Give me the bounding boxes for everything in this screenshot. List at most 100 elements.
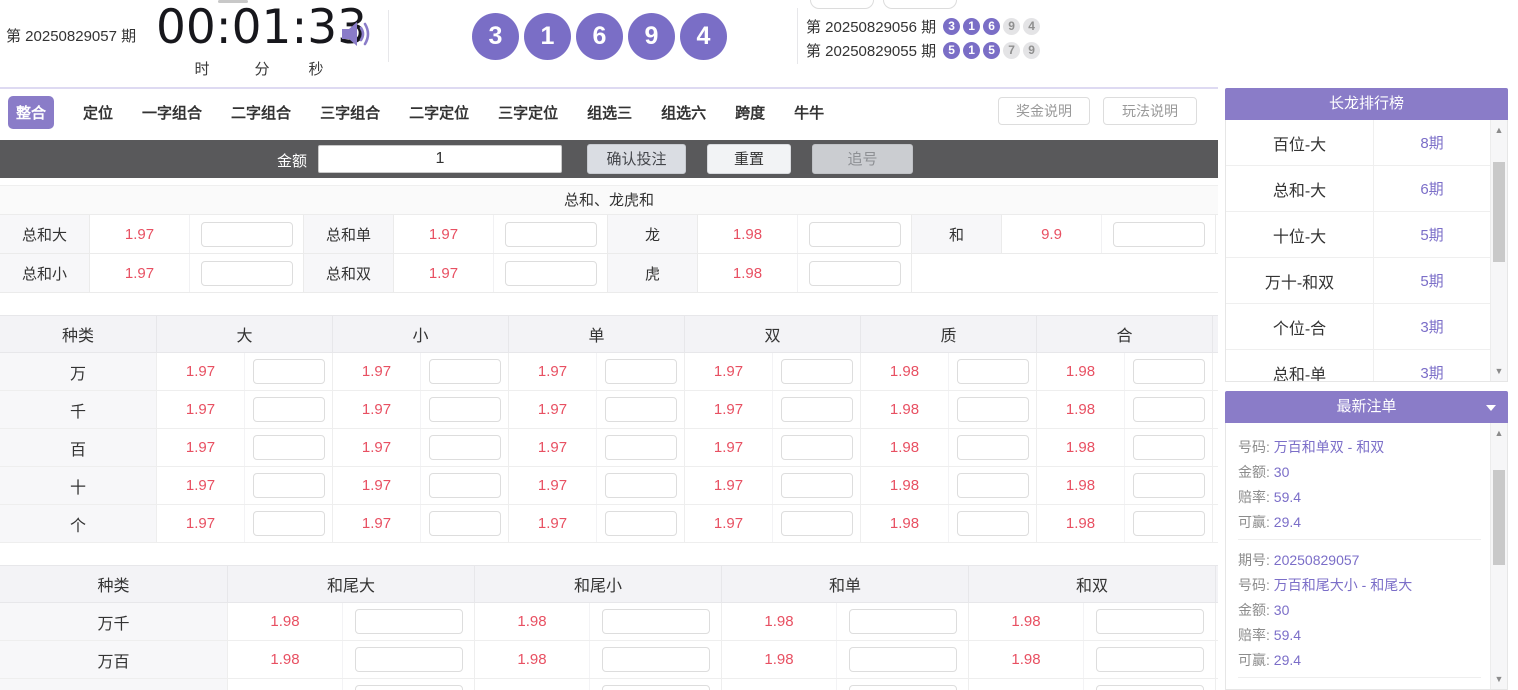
bet-amount-input[interactable] — [429, 511, 501, 536]
bet-amount-input[interactable] — [605, 473, 677, 498]
reset-button[interactable]: 重置 — [707, 144, 791, 174]
bet-amount-input[interactable] — [201, 222, 293, 247]
bet-amount-input[interactable] — [1096, 685, 1204, 690]
bet-amount-input[interactable] — [602, 685, 710, 690]
tab-item[interactable]: 组选三 — [587, 102, 632, 123]
kind-header-cell: 种类 — [0, 316, 157, 352]
bet-amount-input[interactable] — [605, 435, 677, 460]
sum-dragon-tiger-section: 总和、龙虎和 总和大1.97总和单1.97龙1.98和9.9总和小1.97总和双… — [0, 185, 1218, 293]
order-field: 赔率: 59.4 — [1238, 485, 1481, 510]
row-label-cell: 万 — [0, 353, 157, 390]
history-issue-label: 第 20250829055 期 — [806, 40, 936, 61]
tab-item[interactable]: 牛牛 — [794, 102, 824, 123]
chase-number-button[interactable]: 追号 — [812, 144, 913, 174]
bet-amount-input[interactable] — [781, 435, 853, 460]
bet-amount-input[interactable] — [957, 473, 1029, 498]
tab-item[interactable]: 三字组合 — [320, 102, 380, 123]
bet-amount-input[interactable] — [253, 397, 325, 422]
bonus-info-button[interactable]: 奖金说明 — [998, 97, 1090, 125]
bet-amount-input[interactable] — [957, 511, 1029, 536]
amount-input[interactable] — [318, 145, 562, 173]
scroll-up-icon[interactable]: ▲ — [1491, 122, 1507, 138]
odds-value: 9.9 — [1002, 215, 1102, 253]
speaker-icon[interactable] — [338, 16, 374, 52]
empty-cell — [912, 254, 1218, 292]
scrollbar-thumb[interactable] — [1493, 470, 1505, 565]
bet-amount-input[interactable] — [1133, 359, 1205, 384]
bet-amount-input[interactable] — [253, 473, 325, 498]
bet-input-cell — [1125, 429, 1213, 466]
tab-item[interactable]: 三字定位 — [498, 102, 558, 123]
bet-amount-input[interactable] — [253, 435, 325, 460]
tab-item[interactable]: 一字组合 — [142, 102, 202, 123]
confirm-bet-button[interactable]: 确认投注 — [587, 144, 686, 174]
bet-amount-input[interactable] — [429, 435, 501, 460]
bet-amount-input[interactable] — [1133, 473, 1205, 498]
amount-label: 金额 — [277, 150, 307, 171]
bet-input-cell — [1102, 215, 1216, 253]
bet-amount-input[interactable] — [809, 261, 901, 286]
tab-item[interactable]: 组选六 — [661, 102, 706, 123]
bet-input-cell — [597, 429, 685, 466]
tab-item[interactable]: 二字组合 — [231, 102, 291, 123]
order-field-value: 29.4 — [1274, 652, 1301, 668]
tab-item[interactable]: 整合 — [8, 96, 54, 129]
bet-amount-input[interactable] — [253, 359, 325, 384]
clipped-top-button[interactable] — [810, 0, 874, 9]
odds-value: 1.98 — [698, 254, 798, 292]
order-field: 期号: 20250829057 — [1238, 686, 1481, 690]
bet-amount-input[interactable] — [849, 685, 957, 690]
scroll-down-icon[interactable]: ▼ — [1491, 363, 1507, 379]
bet-amount-input[interactable] — [429, 359, 501, 384]
rules-info-button[interactable]: 玩法说明 — [1103, 97, 1197, 125]
odds-value: 1.98 — [228, 641, 343, 678]
clipped-top-button[interactable] — [883, 0, 957, 9]
bet-amount-input[interactable] — [201, 261, 293, 286]
tab-item[interactable]: 二字定位 — [409, 102, 469, 123]
scrollbar-thumb[interactable] — [1493, 162, 1505, 262]
tab-item[interactable]: 跨度 — [735, 102, 765, 123]
odds-value: 1.97 — [333, 505, 421, 542]
scrollbar-track: ▲ ▼ — [1490, 120, 1507, 381]
bet-amount-input[interactable] — [605, 511, 677, 536]
bet-amount-input[interactable] — [355, 609, 463, 634]
bet-amount-input[interactable] — [602, 609, 710, 634]
bet-type-label: 总和大 — [0, 215, 90, 253]
bet-amount-input[interactable] — [781, 473, 853, 498]
bet-amount-input[interactable] — [605, 397, 677, 422]
scroll-down-icon[interactable]: ▼ — [1491, 671, 1507, 687]
bet-amount-input[interactable] — [602, 647, 710, 672]
bet-amount-input[interactable] — [1133, 511, 1205, 536]
bet-amount-input[interactable] — [809, 222, 901, 247]
bet-amount-input[interactable] — [355, 685, 463, 690]
bet-amount-input[interactable] — [1096, 609, 1204, 634]
bet-amount-input[interactable] — [957, 359, 1029, 384]
bet-amount-input[interactable] — [505, 222, 597, 247]
bet-amount-input[interactable] — [781, 397, 853, 422]
bet-amount-input[interactable] — [849, 609, 957, 634]
bet-amount-input[interactable] — [1133, 397, 1205, 422]
scroll-up-icon[interactable]: ▲ — [1491, 425, 1507, 441]
bet-type-label: 虎 — [608, 254, 698, 292]
bet-amount-input[interactable] — [1133, 435, 1205, 460]
bet-amount-input[interactable] — [505, 261, 597, 286]
bet-amount-input[interactable] — [355, 647, 463, 672]
table-row: 千1.971.971.971.971.981.98 — [0, 391, 1218, 429]
bet-amount-input[interactable] — [429, 397, 501, 422]
collapse-caret-icon[interactable] — [1486, 405, 1496, 411]
bet-amount-input[interactable] — [1096, 647, 1204, 672]
history-issue-label: 第 20250829056 期 — [806, 16, 936, 37]
bet-amount-input[interactable] — [605, 359, 677, 384]
tab-item[interactable]: 定位 — [83, 102, 113, 123]
bet-amount-input[interactable] — [957, 397, 1029, 422]
bet-amount-input[interactable] — [781, 359, 853, 384]
bet-amount-input[interactable] — [957, 435, 1029, 460]
dragon-rank-count: 6期 — [1374, 166, 1490, 211]
column-header-cell: 双 — [685, 316, 861, 352]
bet-amount-input[interactable] — [1113, 222, 1205, 247]
bet-amount-input[interactable] — [429, 473, 501, 498]
bet-amount-input[interactable] — [781, 511, 853, 536]
bet-amount-input[interactable] — [253, 511, 325, 536]
odds-value: 1.97 — [157, 429, 245, 466]
bet-amount-input[interactable] — [849, 647, 957, 672]
